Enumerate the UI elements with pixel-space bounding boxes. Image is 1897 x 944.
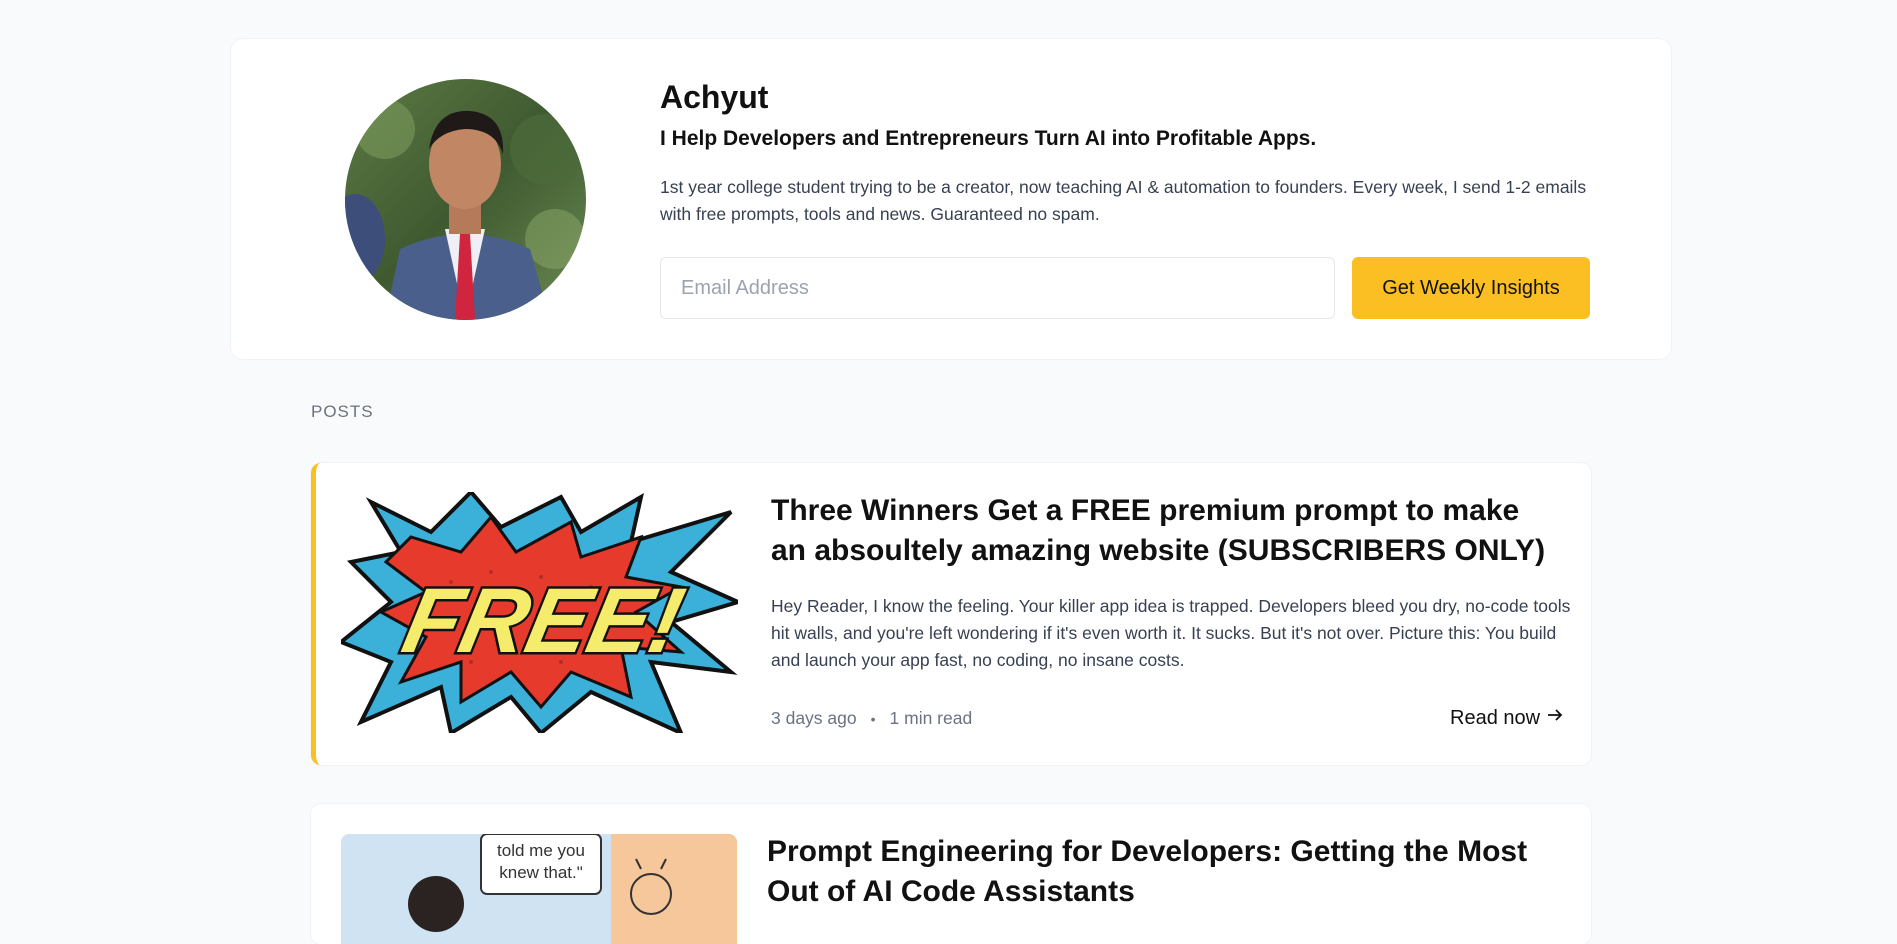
- arrow-right-icon: [1546, 706, 1564, 730]
- profile-bio: 1st year college student trying to be a …: [660, 177, 1587, 224]
- post-date: 3 days ago: [771, 708, 857, 728]
- post-title[interactable]: Prompt Engineering for Developers: Getti…: [767, 832, 1557, 912]
- thumbnail-text: FREE!: [395, 569, 693, 672]
- avatar: [345, 79, 586, 320]
- meta-separator: •: [870, 710, 876, 727]
- post-read-time: 1 min read: [889, 708, 973, 728]
- profile-name: Achyut: [660, 79, 769, 115]
- post-excerpt: Hey Reader, I know the feeling. Your kil…: [771, 596, 1571, 670]
- subscribe-button[interactable]: Get Weekly Insights: [1352, 257, 1590, 319]
- posts-heading: POSTS: [311, 402, 374, 421]
- post-card[interactable]: told me you knew that." Prompt Engineeri…: [311, 804, 1591, 944]
- read-now-link[interactable]: Read now: [1450, 706, 1564, 730]
- post-card[interactable]: FREE! Three Winners Get a FREE premium p…: [311, 463, 1591, 765]
- email-field[interactable]: [660, 257, 1335, 319]
- read-now-label: Read now: [1450, 706, 1541, 729]
- thumbnail-text: told me you: [497, 841, 585, 860]
- profile-tagline: I Help Developers and Entrepreneurs Turn…: [660, 127, 1317, 150]
- post-thumbnail[interactable]: told me you knew that.": [341, 834, 737, 944]
- profile-card: Achyut I Help Developers and Entrepreneu…: [231, 39, 1671, 359]
- post-meta: 3 days ago • 1 min read: [771, 708, 972, 729]
- thumbnail-text: knew that.": [499, 863, 583, 882]
- post-title[interactable]: Three Winners Get a FREE premium prompt …: [771, 491, 1561, 571]
- post-thumbnail[interactable]: FREE!: [341, 492, 738, 733]
